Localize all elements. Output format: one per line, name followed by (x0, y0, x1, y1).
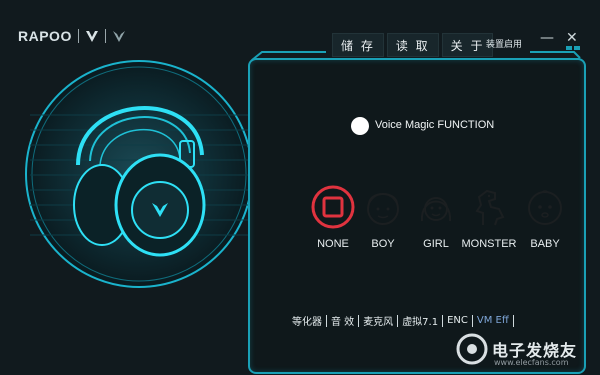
monster-dinosaur-icon (475, 189, 505, 226)
none-icon (311, 185, 355, 229)
baby-face-icon (528, 190, 562, 225)
tab-enc[interactable]: ENC (443, 315, 472, 326)
v-emblem-icon (112, 31, 125, 42)
voice-options: NONE BOY GIRL MONSTER BABY (302, 185, 574, 260)
voice-magic-toggle[interactable] (351, 117, 369, 135)
logo-divider (77, 29, 79, 43)
headset-icon (25, 60, 253, 288)
option-monster[interactable]: MONSTER (458, 185, 520, 250)
voice-magic-label: Voice Magic FUNCTION (375, 119, 495, 131)
brand-logo: RAPOO (18, 28, 126, 44)
tab-vm-effect[interactable]: VM Eff (473, 315, 513, 326)
boy-face-icon (367, 193, 399, 225)
option-baby[interactable]: BABY (514, 185, 576, 250)
brand-name: RAPOO (18, 28, 72, 44)
close-button[interactable]: ✕ (566, 30, 578, 46)
app-window: RAPOO 储 存 读 取 关 于 装置启用 — ✕ Voice Magic F… (0, 0, 600, 375)
option-baby-label: BABY (530, 238, 560, 250)
option-monster-label: MONSTER (461, 238, 517, 250)
tab-microphone[interactable]: 麦克风 (359, 313, 397, 328)
window-controls: — ✕ (540, 30, 578, 46)
tab-divider (512, 314, 514, 327)
minimize-button[interactable]: — (540, 30, 554, 46)
girl-face-icon (420, 197, 452, 222)
logo-divider-2 (104, 29, 106, 43)
tab-equalizer[interactable]: 等化器 (288, 313, 326, 328)
watermark-subtext: www.elecfans.com (494, 358, 569, 367)
headset-illustration (20, 55, 258, 293)
tab-sound-effect[interactable]: 音 效 (327, 313, 358, 328)
tab-virtual-71[interactable]: 虚拟7.1 (398, 313, 442, 328)
v-logo-icon (85, 31, 98, 42)
